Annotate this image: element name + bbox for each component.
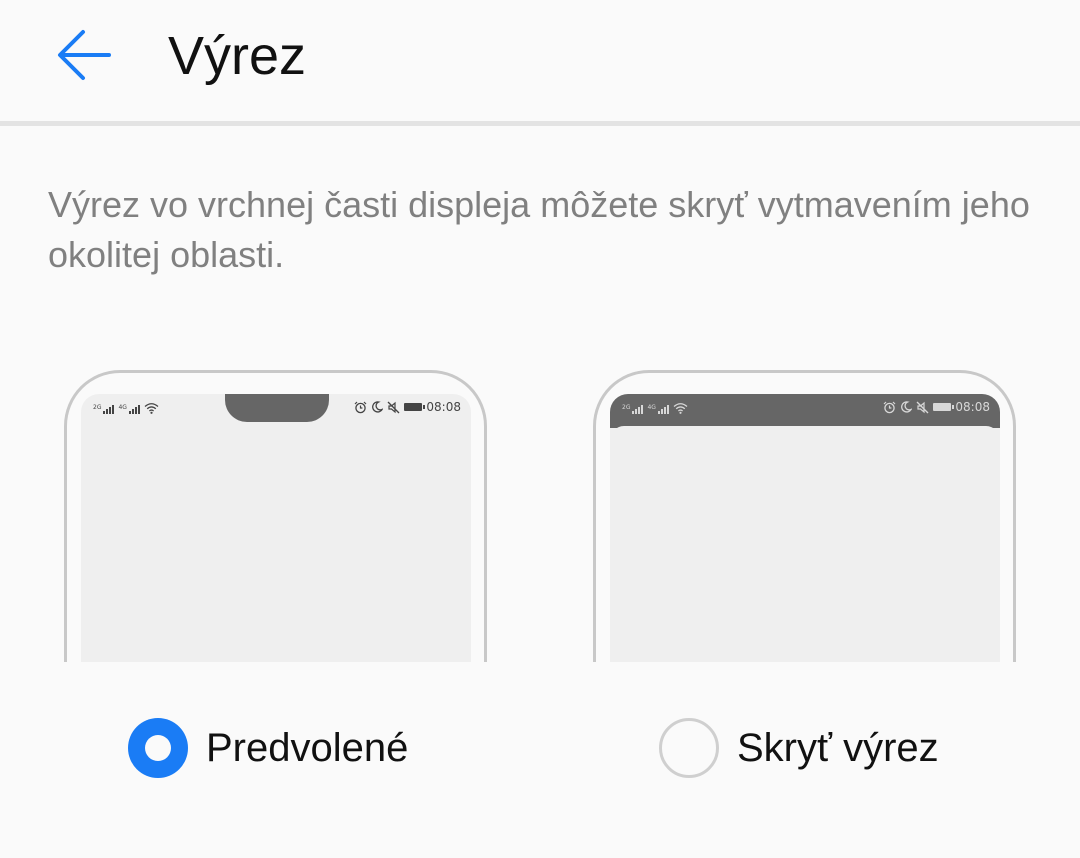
radio-button-checked[interactable]: [128, 718, 188, 778]
mute-icon: [387, 401, 400, 413]
app-bar: Výrez: [0, 0, 1080, 122]
signal-icon: 2G: [622, 405, 644, 414]
status-icons-left: 2G 4G: [622, 400, 688, 414]
option-hide-notch-label: Skryť výrez: [737, 726, 939, 770]
signal-icon: 4G: [118, 405, 140, 414]
back-button[interactable]: [42, 18, 126, 92]
status-time: 08:08: [955, 400, 990, 414]
status-icons-right: 08:08: [883, 399, 990, 415]
option-hide-notch[interactable]: Skryť výrez: [659, 716, 939, 780]
status-time: 08:08: [426, 400, 461, 414]
alarm-icon: [883, 401, 896, 413]
header-divider: [0, 121, 1080, 126]
wifi-icon: [144, 403, 159, 414]
page-title: Výrez: [168, 26, 307, 86]
signal-icon: 2G: [93, 405, 115, 414]
moon-icon: [372, 401, 384, 413]
preview-screen: 2G 4G 08:08: [81, 394, 471, 662]
status-icons-left: 2G 4G: [93, 400, 159, 414]
option-default-label: Predvolené: [206, 726, 409, 770]
preview-hide-notch[interactable]: 2G 4G 08:08: [593, 370, 1016, 662]
option-default[interactable]: Predvolené: [128, 716, 408, 780]
moon-icon: [901, 401, 913, 413]
preview-default[interactable]: 2G 4G 08:08: [64, 370, 487, 662]
arrow-left-icon: [58, 30, 111, 80]
mute-icon: [916, 401, 929, 413]
preview-content-area: [610, 426, 1000, 662]
alarm-icon: [354, 401, 367, 413]
signal-icon: 4G: [647, 405, 669, 414]
battery-icon: [933, 403, 955, 411]
preview-screen: 2G 4G 08:08: [610, 394, 1000, 662]
radio-button-unchecked[interactable]: [659, 718, 719, 778]
wifi-icon: [673, 403, 688, 414]
description-text: Výrez vo vrchnej časti displeja môžete s…: [48, 184, 1030, 275]
notch: [225, 394, 329, 422]
battery-icon: [404, 403, 426, 411]
status-icons-right: 08:08: [354, 399, 461, 415]
